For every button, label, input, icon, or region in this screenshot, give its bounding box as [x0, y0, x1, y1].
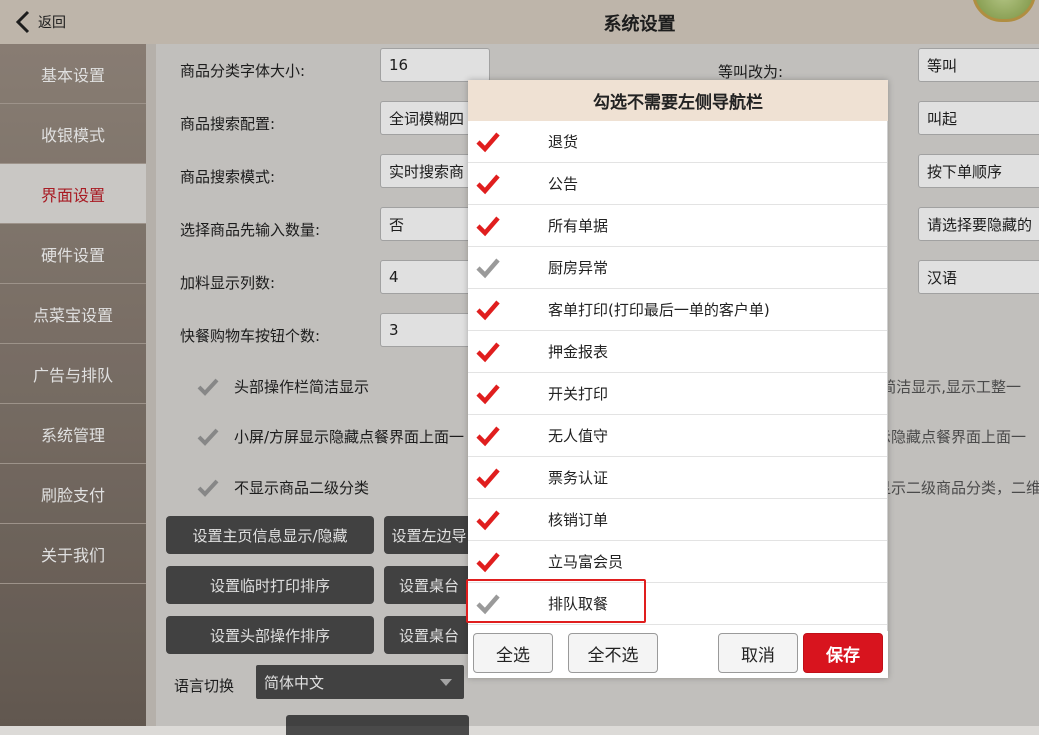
page-title: 系统设置: [603, 14, 676, 35]
sidebar-item-system[interactable]: 系统管理: [0, 404, 146, 464]
check-icon: [476, 509, 500, 531]
list-item[interactable]: 退货: [468, 121, 888, 163]
check-icon: [476, 131, 500, 153]
check-icon: [476, 257, 500, 279]
list-scroll-edge: [887, 121, 888, 631]
field-label: 快餐购物车按钮个数:: [180, 327, 321, 345]
list-item[interactable]: 票务认证: [468, 457, 888, 499]
sidebar-item-cashier[interactable]: 收银模式: [0, 104, 146, 164]
call-rename-input[interactable]: 等叫: [918, 48, 1039, 82]
list-item[interactable]: 立马富会员: [468, 541, 888, 583]
sidebar-item-face-pay[interactable]: 刷脸支付: [0, 464, 146, 524]
list-item[interactable]: 所有单据: [468, 205, 888, 247]
check-icon: [196, 428, 220, 446]
check-icon: [476, 215, 500, 237]
home-info-visibility-button[interactable]: 设置主页信息显示/隐藏: [166, 516, 374, 554]
sidebar-item-about[interactable]: 关于我们: [0, 524, 146, 584]
nav-option-list: 退货 公告 所有单据 厨房异常 客单打印(打印最后一单的客户单) 押金报表 开关…: [468, 121, 888, 625]
select-none-button[interactable]: 全不选: [568, 633, 658, 673]
list-item[interactable]: 厨房异常: [468, 247, 888, 289]
check-icon: [196, 479, 220, 497]
sidebar-item-ordering[interactable]: 点菜宝设置: [0, 284, 146, 344]
list-item[interactable]: 公告: [468, 163, 888, 205]
list-item[interactable]: 开关打印: [468, 373, 888, 415]
category-font-size-input[interactable]: 16: [380, 48, 490, 82]
field-label: 选择商品先输入数量:: [180, 221, 321, 239]
check-icon: [476, 467, 500, 489]
check-icon: [196, 378, 220, 396]
checkbox-right-label: f简洁显示,显示工整一: [876, 378, 1022, 396]
order-sort-select[interactable]: 按下单顺序: [918, 154, 1039, 188]
language-label: 语言切换: [174, 677, 235, 695]
language-select[interactable]: 简体中文: [256, 665, 464, 699]
sidebar-item-hardware[interactable]: 硬件设置: [0, 224, 146, 284]
top-bar: 返回 系统设置: [0, 0, 1039, 44]
left-nav-button[interactable]: 设置左边导: [384, 516, 474, 554]
sidebar-item-basic[interactable]: 基本设置: [0, 44, 146, 104]
list-item[interactable]: 客单打印(打印最后一单的客户单): [468, 289, 888, 331]
field-label: 商品搜索模式:: [180, 168, 276, 186]
sidebar-item-interface[interactable]: 界面设置: [0, 164, 146, 224]
field-label: 加料显示列数:: [180, 274, 276, 292]
save-button[interactable]: 保存: [803, 633, 883, 673]
sidebar-item-ads-queue[interactable]: 广告与排队: [0, 344, 146, 404]
header-action-sort-button[interactable]: 设置头部操作排序: [166, 616, 374, 654]
hide-select[interactable]: 请选择要隐藏的: [918, 207, 1039, 241]
sidebar: 基本设置 收银模式 界面设置 硬件设置 点菜宝设置 广告与排队 系统管理 刷脸支…: [0, 44, 146, 726]
dialog-title: 勾选不需要左侧导航栏: [468, 80, 888, 121]
sidebar-divider: [146, 44, 156, 726]
check-icon: [476, 593, 500, 615]
field-label: 商品搜索配置:: [180, 115, 276, 133]
field-label: 等叫改为:: [718, 63, 784, 81]
bottom-button[interactable]: [286, 715, 469, 735]
checkbox-small-screen[interactable]: 小屏/方屏显示隐藏点餐界面上面一: [196, 426, 464, 447]
language-text-select[interactable]: 汉语: [918, 260, 1039, 294]
checkbox-header-simple[interactable]: 头部操作栏简洁显示: [196, 376, 369, 397]
list-item[interactable]: 无人值守: [468, 415, 888, 457]
check-icon: [476, 299, 500, 321]
checkbox-no-subcategory[interactable]: 不显示商品二级分类: [196, 477, 369, 498]
field-label: 商品分类字体大小:: [180, 62, 306, 80]
cancel-button[interactable]: 取消: [718, 633, 798, 673]
table-setting-button[interactable]: 设置桌台: [384, 566, 474, 604]
nav-hide-dialog: 勾选不需要左侧导航栏 退货 公告 所有单据 厨房异常 客单打印(打印最后一单的客…: [466, 80, 888, 678]
chevron-down-icon: [440, 679, 452, 686]
check-icon: [476, 551, 500, 573]
check-icon: [476, 341, 500, 363]
check-icon: [476, 425, 500, 447]
checkbox-right-label: 示隐藏点餐界面上面一: [876, 428, 1027, 446]
list-item[interactable]: 押金报表: [468, 331, 888, 373]
checkbox-right-label: 显示二级商品分类，二维: [876, 479, 1039, 497]
check-icon: [476, 173, 500, 195]
call-start-input[interactable]: 叫起: [918, 101, 1039, 135]
check-icon: [476, 383, 500, 405]
list-item[interactable]: 核销订单: [468, 499, 888, 541]
temp-print-sort-button[interactable]: 设置临时打印排序: [166, 566, 374, 604]
select-all-button[interactable]: 全选: [473, 633, 553, 673]
list-item[interactable]: 排队取餐: [468, 583, 888, 625]
table-setting-button-2[interactable]: 设置桌台: [384, 616, 474, 654]
